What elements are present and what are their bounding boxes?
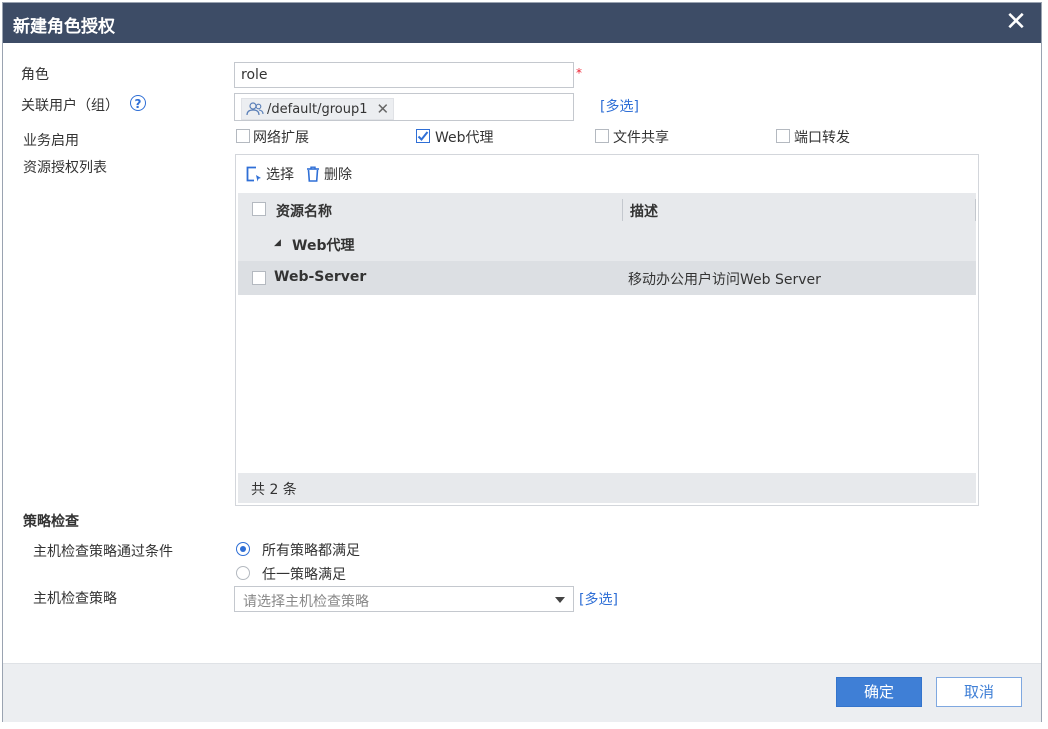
host-policy-placeholder: 请选择主机检查策略 bbox=[243, 594, 369, 610]
cancel-button[interactable]: 取消 bbox=[936, 677, 1022, 707]
users-input[interactable]: /default/group1 ✕ bbox=[234, 93, 574, 121]
checkmark-icon bbox=[417, 131, 429, 141]
column-header-name[interactable]: 资源名称 bbox=[276, 201, 332, 221]
radio-all-policies-label: 所有策略都满足 bbox=[262, 543, 360, 559]
delete-button-label: 删除 bbox=[324, 167, 352, 183]
trash-icon bbox=[307, 166, 319, 182]
service-network-ext-checkbox[interactable] bbox=[236, 129, 250, 143]
service-web-proxy-checkbox[interactable] bbox=[416, 129, 430, 143]
close-icon[interactable]: ✕ bbox=[1001, 7, 1031, 37]
confirm-button[interactable]: 确定 bbox=[836, 677, 922, 707]
service-file-share-checkbox[interactable] bbox=[595, 129, 609, 143]
service-label: 业务启用 bbox=[23, 133, 79, 149]
select-icon bbox=[246, 166, 261, 182]
resource-list-label: 资源授权列表 bbox=[23, 160, 107, 176]
total-count: 共 2 条 bbox=[251, 482, 297, 498]
dialog-footer: 确定 取消 bbox=[3, 663, 1041, 722]
table-footer: 共 2 条 bbox=[238, 473, 976, 503]
column-divider-end bbox=[975, 199, 976, 221]
user-group-icon bbox=[246, 102, 264, 116]
users-label: 关联用户（组） bbox=[21, 98, 119, 114]
new-role-authorization-dialog: 新建角色授权 ✕ 角色 role * 关联用户（组） ? /default/gr… bbox=[2, 2, 1042, 722]
service-port-forward-checkbox[interactable] bbox=[776, 129, 790, 143]
users-multi-select-link[interactable]: [多选] bbox=[600, 96, 639, 116]
resource-table-panel: 选择 删除 资源名称 描述 ◢ Web代理 Web-Server 移动办公用户访… bbox=[235, 154, 979, 506]
role-label: 角色 bbox=[21, 67, 49, 83]
radio-any-policy[interactable] bbox=[236, 566, 250, 580]
table-header: 资源名称 描述 bbox=[238, 193, 976, 227]
radio-any-policy-label: 任一策略满足 bbox=[262, 567, 346, 583]
select-all-checkbox[interactable] bbox=[252, 202, 266, 216]
host-policy-label: 主机检查策略 bbox=[33, 591, 117, 607]
column-header-description[interactable]: 描述 bbox=[630, 201, 658, 221]
select-resource-button[interactable]: 选择 bbox=[246, 164, 294, 184]
user-group-tag: /default/group1 ✕ bbox=[241, 98, 395, 120]
radio-all-policies[interactable] bbox=[236, 542, 250, 556]
delete-resource-button[interactable]: 删除 bbox=[306, 164, 352, 184]
dialog-title: 新建角色授权 bbox=[13, 17, 115, 37]
host-policy-select[interactable]: 请选择主机检查策略 bbox=[234, 586, 574, 612]
tag-remove-icon[interactable]: ✕ bbox=[377, 100, 390, 118]
row-resource-description: 移动办公用户访问Web Server bbox=[628, 272, 821, 288]
service-web-proxy-label: Web代理 bbox=[435, 130, 494, 146]
help-icon[interactable]: ? bbox=[130, 95, 146, 111]
policy-condition-label: 主机检查策略通过条件 bbox=[33, 544, 173, 560]
row-resource-name: Web-Server bbox=[274, 269, 367, 285]
row-checkbox[interactable] bbox=[252, 271, 266, 285]
dialog-titlebar: 新建角色授权 ✕ bbox=[3, 3, 1041, 43]
service-network-ext-label: 网络扩展 bbox=[253, 130, 309, 146]
policy-section-title: 策略检查 bbox=[23, 514, 79, 530]
group-name: Web代理 bbox=[292, 238, 355, 254]
column-divider bbox=[622, 199, 623, 221]
service-file-share-label: 文件共享 bbox=[613, 130, 669, 146]
service-port-forward-label: 端口转发 bbox=[794, 130, 850, 146]
policy-multi-select-link[interactable]: [多选] bbox=[579, 589, 618, 609]
required-mark: * bbox=[576, 66, 582, 80]
role-input-value: role bbox=[241, 67, 268, 83]
collapse-triangle-icon[interactable]: ◢ bbox=[274, 238, 281, 248]
group-row-web-proxy[interactable]: ◢ Web代理 bbox=[238, 227, 976, 261]
select-button-label: 选择 bbox=[266, 167, 294, 183]
role-input[interactable]: role bbox=[234, 62, 574, 88]
chevron-down-icon bbox=[555, 597, 565, 603]
user-group-tag-label: /default/group1 bbox=[267, 101, 368, 117]
table-row[interactable]: Web-Server 移动办公用户访问Web Server bbox=[238, 261, 976, 295]
